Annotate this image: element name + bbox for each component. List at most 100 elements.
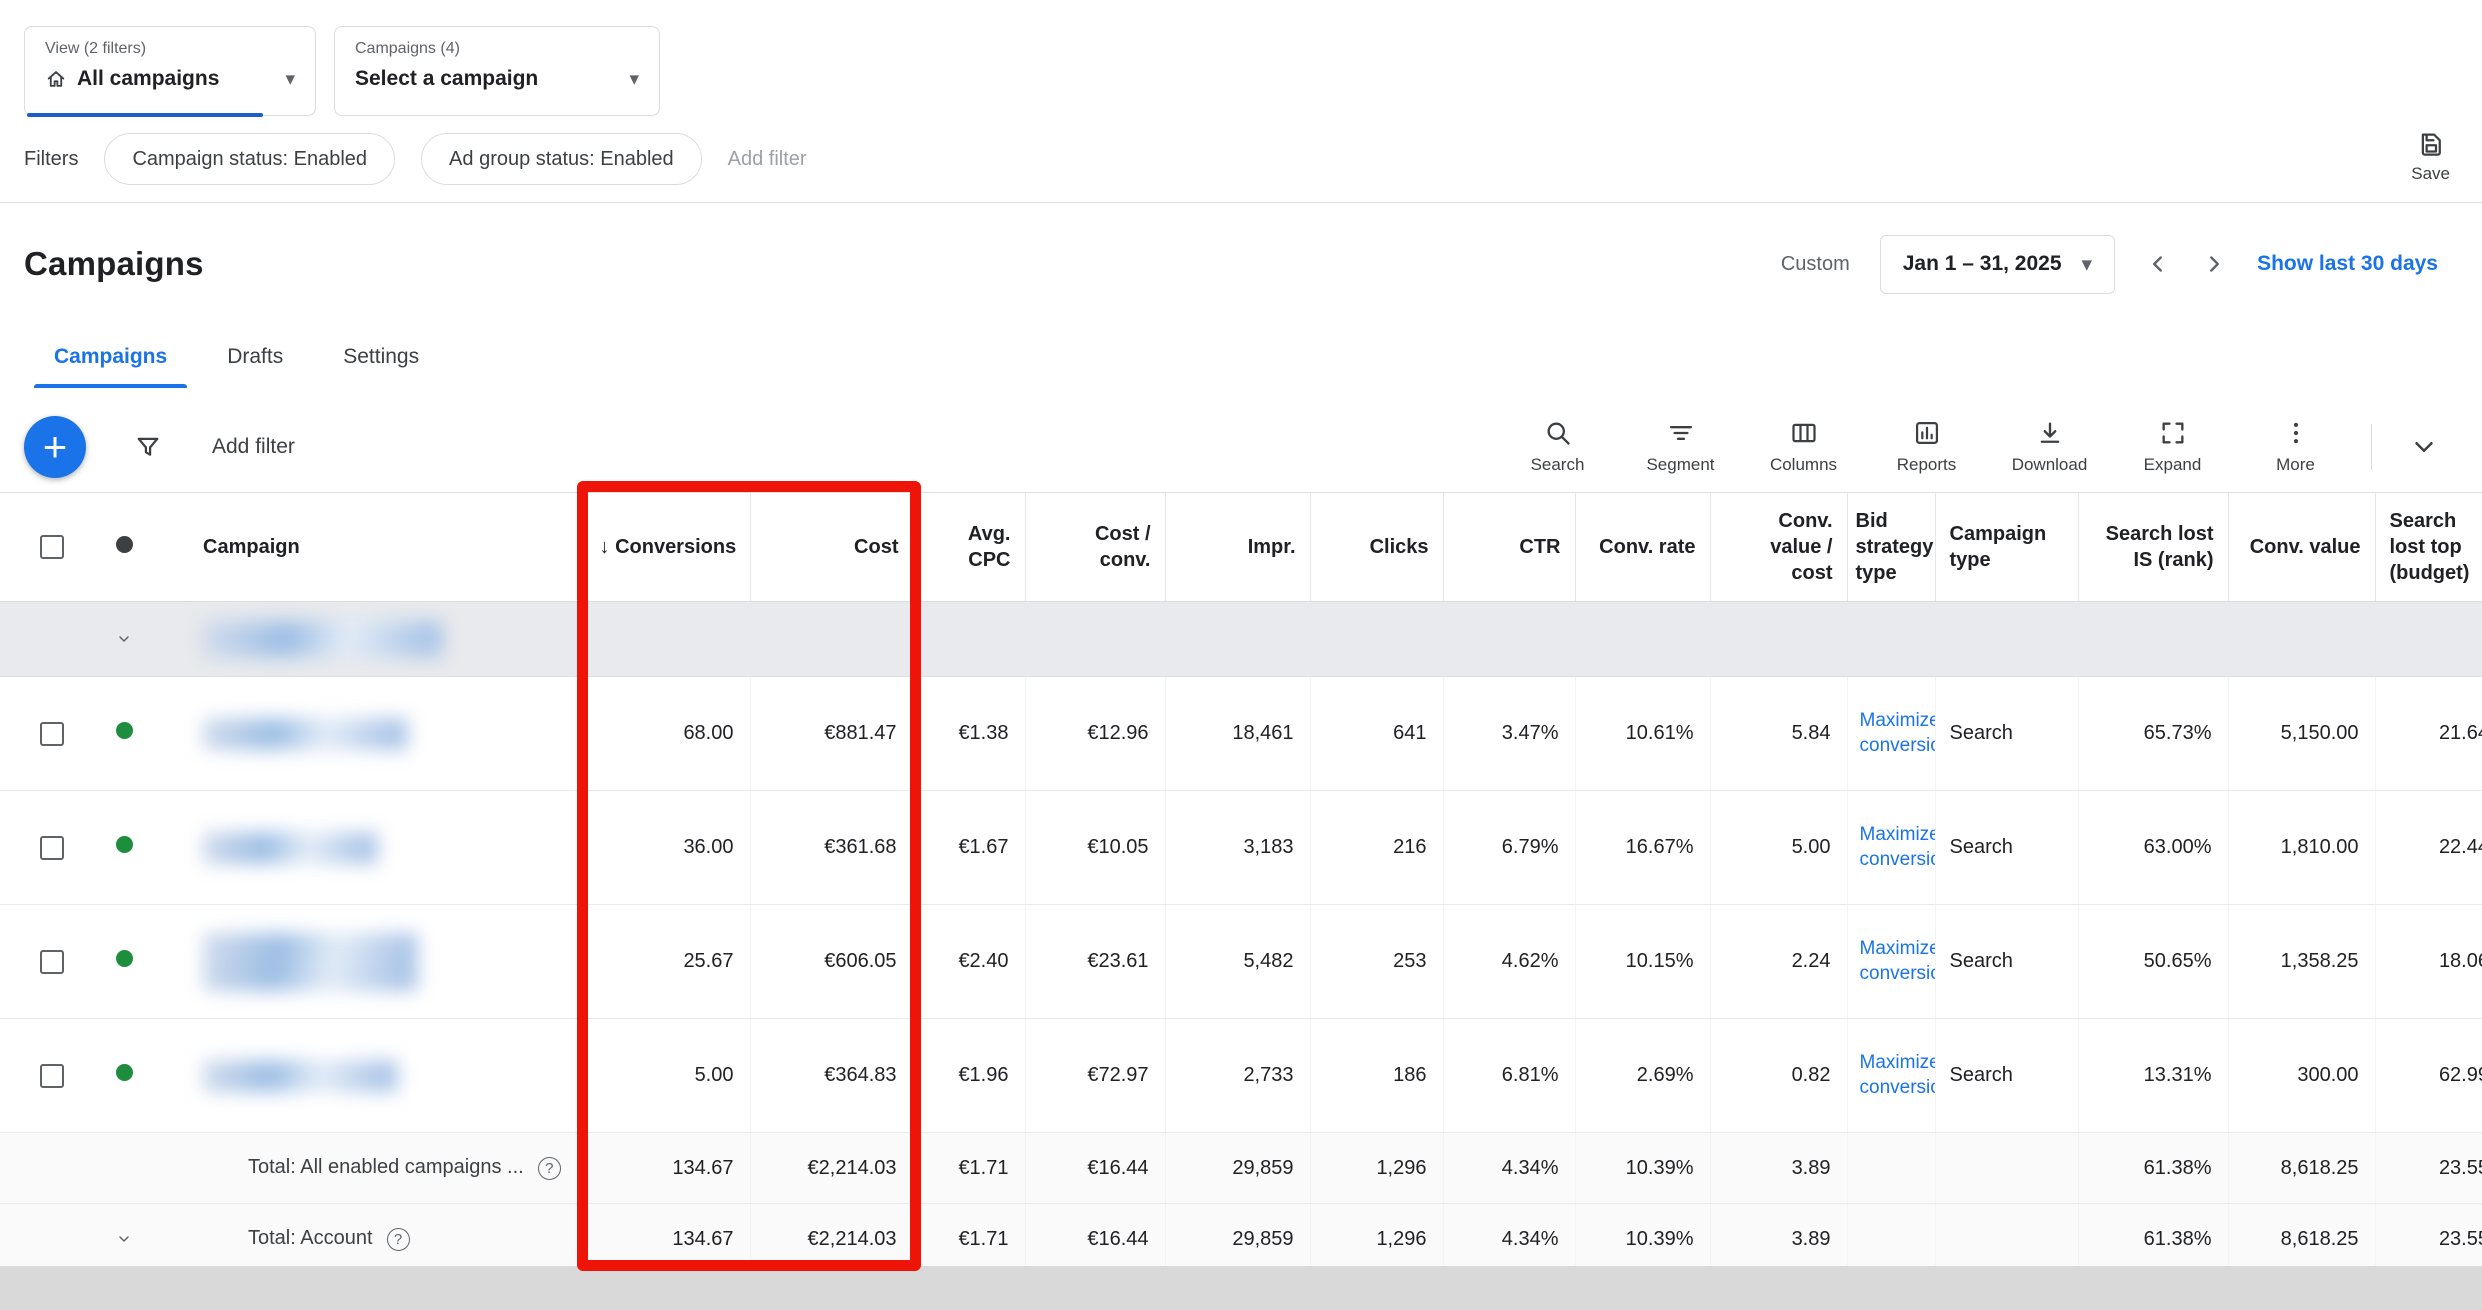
column-header-ctr[interactable]: CTR (1443, 493, 1575, 602)
toolbar-add-filter-button[interactable]: Add filter (212, 435, 295, 459)
help-icon[interactable]: ? (387, 1228, 410, 1251)
tab-campaigns[interactable]: Campaigns (24, 328, 197, 386)
collapse-toolbar-chevron[interactable] (2386, 432, 2462, 462)
chevron-down-icon[interactable] (116, 624, 132, 654)
bid-strategy-link[interactable]: Maximize conversions (1860, 709, 1936, 758)
save-button[interactable]: Save (2411, 129, 2450, 184)
campaign-name-cell[interactable] (148, 791, 585, 905)
bid-strategy-link[interactable]: Maximize conversions (1860, 823, 1936, 872)
select-all-checkbox[interactable] (40, 535, 64, 559)
filter-chip-ad-group-status[interactable]: Ad group status: Enabled (421, 133, 702, 185)
row-checkbox[interactable] (40, 1064, 64, 1088)
tab-settings[interactable]: Settings (313, 328, 449, 386)
add-campaign-button[interactable]: + (24, 416, 86, 478)
bid-strategy-link[interactable]: Maximize conversions (1860, 1051, 1936, 1100)
tab-drafts[interactable]: Drafts (197, 328, 313, 386)
view-selector[interactable]: View (2 filters) All campaigns ▾ (24, 26, 316, 116)
search-button[interactable]: Search (1496, 419, 1619, 475)
cell-conv-value: 1,358.25 (2228, 905, 2375, 1019)
enabled-status-icon[interactable] (116, 722, 133, 739)
cell-cost: €364.83 (750, 1019, 913, 1133)
campaign-name-cell[interactable] (148, 1019, 585, 1133)
scope-selectors: View (2 filters) All campaigns ▾ Campaig… (24, 26, 660, 116)
date-range-selector[interactable]: Jan 1 – 31, 2025 ▾ (1880, 235, 2115, 294)
row-checkbox[interactable] (40, 836, 64, 860)
column-header-search-lost-is-rank[interactable]: Search lost IS (rank) (2078, 493, 2228, 602)
column-header-cost-per-conv[interactable]: Cost / conv. (1025, 493, 1165, 602)
show-last-30-days-link[interactable]: Show last 30 days (2257, 252, 2438, 276)
cell-search-lost-is-rank: 65.73% (2078, 677, 2228, 791)
plus-icon: + (43, 423, 68, 471)
cell-conv-rate: 10.15% (1575, 905, 1710, 1019)
status-filter-icon[interactable] (116, 536, 133, 553)
cell-impressions: 3,183 (1165, 791, 1310, 905)
row-checkbox[interactable] (40, 722, 64, 746)
total-label-cell: Total: Account? (148, 1204, 585, 1268)
campaign-name-cell[interactable] (148, 677, 585, 791)
column-header-search-lost-top-budget[interactable]: Search lost top (budget) (2375, 493, 2482, 602)
help-icon[interactable]: ? (538, 1157, 561, 1180)
total-cell-clicks: 1,296 (1310, 1204, 1443, 1268)
segment-button[interactable]: Segment (1619, 419, 1742, 475)
bid-strategy-link[interactable]: Maximize conversions (1860, 937, 1936, 986)
enabled-status-icon[interactable] (116, 950, 133, 967)
campaign-name-cell[interactable] (148, 905, 585, 1019)
column-header-clicks[interactable]: Clicks (1310, 493, 1443, 602)
cell-search-lost-top-budget: 62.99 (2375, 1019, 2482, 1133)
column-header-campaign[interactable]: Campaign (148, 493, 585, 602)
cell-campaign-type: Search (1935, 905, 2078, 1019)
cell-conv-value: 1,810.00 (2228, 791, 2375, 905)
row-checkbox-cell (0, 791, 90, 905)
next-period-button[interactable] (2201, 251, 2227, 277)
enabled-status-icon[interactable] (116, 1064, 133, 1081)
campaign-row: 36.00€361.68€1.67€10.053,1832166.79%16.6… (0, 791, 2482, 905)
column-header-conversions[interactable]: ↓ Conversions (585, 493, 750, 602)
filter-chip-campaign-status[interactable]: Campaign status: Enabled (104, 133, 395, 185)
empty-cell (913, 602, 1025, 677)
previous-period-button[interactable] (2145, 251, 2171, 277)
cell-avg-cpc: €1.96 (913, 1019, 1025, 1133)
campaign-selector[interactable]: Campaigns (4) Select a campaign ▾ (334, 26, 660, 116)
cell-conv-value: 300.00 (2228, 1019, 2375, 1133)
more-icon (2282, 419, 2310, 447)
cell-impressions: 18,461 (1165, 677, 1310, 791)
cell-clicks: 253 (1310, 905, 1443, 1019)
view-selector-value: All campaigns (77, 67, 219, 91)
column-header-conv-value[interactable]: Conv. value (2228, 493, 2375, 602)
table-toolbar: + Add filter Search Segment Columns Repo… (24, 402, 2462, 492)
campaign-selector-value: Select a campaign (355, 67, 538, 91)
row-checkbox[interactable] (40, 950, 64, 974)
column-header-conv-rate[interactable]: Conv. rate (1575, 493, 1710, 602)
cell-clicks: 216 (1310, 791, 1443, 905)
columns-icon (1790, 419, 1818, 447)
redacted-campaign-name (203, 718, 408, 750)
cell-ctr: 6.79% (1443, 791, 1575, 905)
reports-button[interactable]: Reports (1865, 419, 1988, 475)
total-cell-search-lost-top-budget: 23.55 (2375, 1133, 2482, 1204)
cell-campaign-type: Search (1935, 677, 2078, 791)
total-cell-conv-value: 8,618.25 (2228, 1133, 2375, 1204)
chevron-down-icon[interactable] (116, 1224, 132, 1254)
column-header-avg-cpc[interactable]: Avg. CPC (913, 493, 1025, 602)
cell-conv-rate: 2.69% (1575, 1019, 1710, 1133)
column-header-bid-strategy-type[interactable]: Bid strategy type (1847, 493, 1935, 602)
column-header-campaign-type[interactable]: Campaign type (1935, 493, 2078, 602)
download-button[interactable]: Download (1988, 419, 2111, 475)
cell-clicks: 641 (1310, 677, 1443, 791)
filter-icon[interactable] (134, 433, 162, 461)
more-button[interactable]: More (2234, 419, 2357, 475)
column-header-cost[interactable]: Cost (750, 493, 913, 602)
total-cell-clicks: 1,296 (1310, 1133, 1443, 1204)
expand-button[interactable]: Expand (2111, 419, 2234, 475)
enabled-status-icon[interactable] (116, 836, 133, 853)
campaign-row: 25.67€606.05€2.40€23.615,4822534.62%10.1… (0, 905, 2482, 1019)
columns-button[interactable]: Columns (1742, 419, 1865, 475)
cell-cost-per-conv: €12.96 (1025, 677, 1165, 791)
home-icon (45, 68, 67, 90)
add-filter-button[interactable]: Add filter (728, 148, 807, 171)
campaign-selector-label: Campaigns (4) (355, 40, 639, 58)
column-header-impressions[interactable]: Impr. (1165, 493, 1310, 602)
cell-avg-cpc: €1.38 (913, 677, 1025, 791)
total-cell-avg-cpc: €1.71 (913, 1204, 1025, 1268)
column-header-conv-value-per-cost[interactable]: Conv. value / cost (1710, 493, 1847, 602)
